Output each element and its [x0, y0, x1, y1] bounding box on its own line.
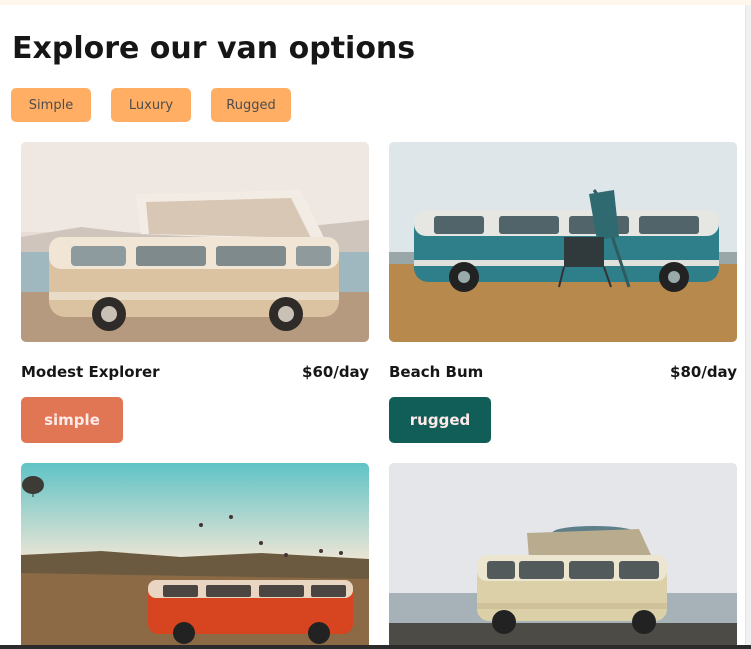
- van-image-4[interactable]: [389, 463, 737, 649]
- vertical-scrollbar[interactable]: [745, 5, 751, 645]
- filter-luxury-button[interactable]: Luxury: [111, 88, 191, 122]
- filter-rugged-button[interactable]: Rugged: [211, 88, 291, 122]
- van-price: $80/day: [670, 363, 737, 381]
- page-title: Explore our van options: [12, 31, 416, 66]
- van-image-modest-explorer[interactable]: [21, 142, 369, 342]
- van-type-badge: simple: [21, 397, 123, 443]
- van-image-3[interactable]: [21, 463, 369, 649]
- van-name[interactable]: Beach Bum: [389, 363, 483, 381]
- van-name[interactable]: Modest Explorer: [21, 363, 160, 381]
- bottom-edge: [0, 645, 751, 649]
- van-image-beach-bum[interactable]: [389, 142, 737, 342]
- van-price: $60/day: [302, 363, 369, 381]
- filter-simple-button[interactable]: Simple: [11, 88, 91, 122]
- top-strip: [0, 0, 751, 5]
- van-type-badge: rugged: [389, 397, 491, 443]
